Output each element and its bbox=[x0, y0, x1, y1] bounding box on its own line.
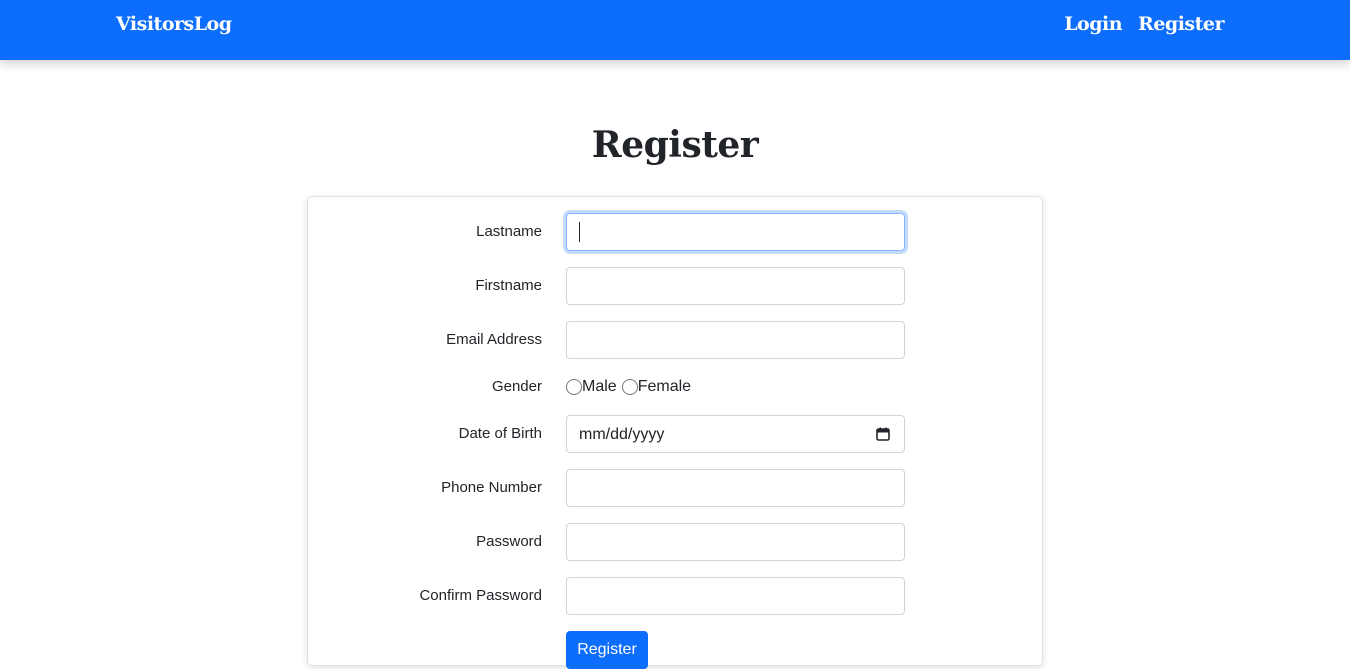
register-submit-button[interactable]: Register bbox=[566, 631, 648, 669]
nav-login-link[interactable]: Login bbox=[1064, 13, 1122, 35]
email-row: Email Address bbox=[308, 321, 1042, 359]
register-form-card: Lastname Firstname Email Address Gender … bbox=[307, 196, 1043, 669]
lastname-label: Lastname bbox=[476, 223, 542, 240]
calendar-icon[interactable] bbox=[876, 427, 890, 441]
firstname-label: Firstname bbox=[475, 277, 542, 294]
phone-input[interactable] bbox=[566, 469, 905, 507]
gender-female-label[interactable]: Female bbox=[638, 378, 691, 396]
dob-input[interactable]: mm/dd/yyyy bbox=[566, 415, 905, 453]
password-row: Password bbox=[308, 523, 1042, 561]
dob-row: Date of Birth mm/dd/yyyy bbox=[308, 415, 1042, 453]
password-label: Password bbox=[476, 533, 542, 550]
phone-row: Phone Number bbox=[308, 469, 1042, 507]
email-label: Email Address bbox=[446, 331, 542, 348]
gender-label: Gender bbox=[491, 378, 542, 395]
gender-male-label[interactable]: Male bbox=[582, 378, 617, 396]
phone-label: Phone Number bbox=[441, 479, 542, 496]
email-input[interactable] bbox=[566, 321, 905, 359]
lastname-input[interactable] bbox=[566, 213, 905, 251]
gender-female-radio[interactable] bbox=[621, 379, 638, 395]
gender-radio-group: Male Female bbox=[566, 378, 696, 396]
password-input[interactable] bbox=[566, 523, 905, 561]
nav-links: Login Register bbox=[1064, 13, 1224, 35]
page-title: Register bbox=[591, 124, 759, 166]
brand-link[interactable]: VisitorsLog bbox=[116, 13, 232, 35]
gender-row: Gender Male Female bbox=[308, 368, 1042, 406]
confirm-password-row: Confirm Password bbox=[308, 577, 1042, 615]
dob-placeholder: mm/dd/yyyy bbox=[579, 426, 665, 443]
navbar: VisitorsLog Login Register bbox=[0, 0, 1350, 60]
firstname-row: Firstname bbox=[308, 267, 1042, 305]
text-caret bbox=[579, 222, 580, 242]
confirm-password-label: Confirm Password bbox=[419, 587, 542, 604]
nav-register-link[interactable]: Register bbox=[1138, 13, 1224, 35]
lastname-row: Lastname bbox=[308, 213, 1042, 251]
dob-label: Date of Birth bbox=[458, 425, 542, 442]
firstname-input[interactable] bbox=[566, 267, 905, 305]
confirm-password-input[interactable] bbox=[566, 577, 905, 615]
gender-male-radio[interactable] bbox=[566, 379, 582, 395]
